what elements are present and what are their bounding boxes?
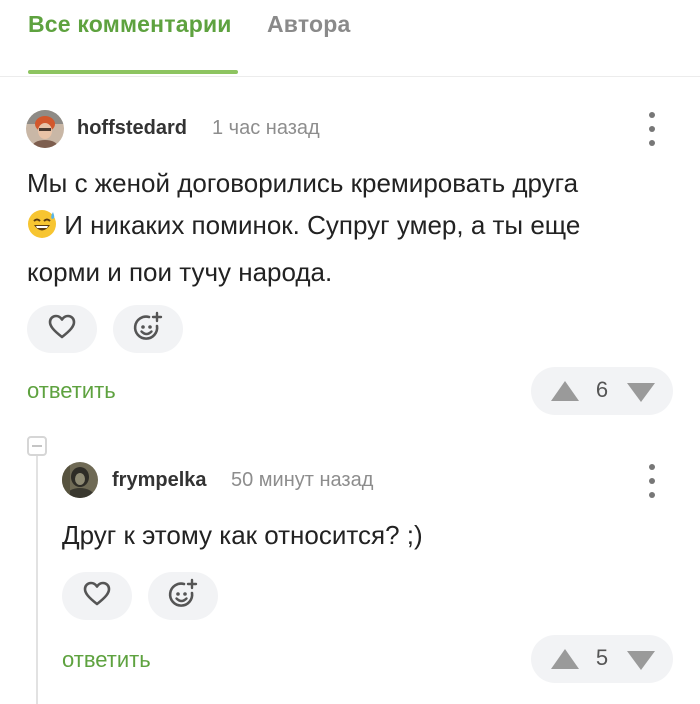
heart-icon [48,314,76,345]
avatar[interactable] [62,462,98,498]
heart-icon [83,581,111,612]
like-button[interactable] [62,572,132,620]
downvote-arrow-icon[interactable] [625,381,657,408]
reply-button[interactable]: ответить [27,378,116,404]
rating-control: 5 [531,635,673,683]
comment-text-line: корми и пои тучу народа. [27,257,333,287]
avatar[interactable] [26,110,64,148]
comment-timestamp: 1 час назад [212,117,320,139]
downvote-arrow-icon[interactable] [625,649,657,676]
more-vertical-icon[interactable] [642,464,662,498]
comment-timestamp: 50 минут назад [231,469,374,491]
comment-text: Мы с женой договорились кремировать друг… [27,162,580,293]
rating-control: 6 [531,367,673,415]
reply-button[interactable]: ответить [62,647,151,673]
thread-line [36,456,38,704]
like-button[interactable] [27,305,97,353]
tab-all-comments[interactable]: Все комментарии [28,11,232,38]
collapse-thread-icon[interactable] [27,436,47,456]
add-reaction-button[interactable] [148,572,218,620]
comment-text-fragment: И никаких поминок. Супруг умер, а ты еще [64,210,581,240]
add-emoji-icon [131,310,165,349]
add-reaction-button[interactable] [113,305,183,353]
comment-text: Друг к этому как относится? ;) [62,520,423,550]
add-emoji-icon [166,577,200,616]
comment-text-line: Мы с женой договорились кремировать друг… [27,168,579,198]
sweat-smile-emoji [27,209,57,251]
comment-username[interactable]: frympelka [112,469,207,492]
active-tab-indicator [28,70,238,74]
tab-author[interactable]: Автора [267,11,351,38]
more-vertical-icon[interactable] [642,112,662,146]
comments-tabs: Все комментарии Автора [0,0,700,77]
comment-text-line: И никаких поминок. Супруг умер, а ты еще [27,204,580,251]
comment-username[interactable]: hoffstedard [77,117,187,140]
